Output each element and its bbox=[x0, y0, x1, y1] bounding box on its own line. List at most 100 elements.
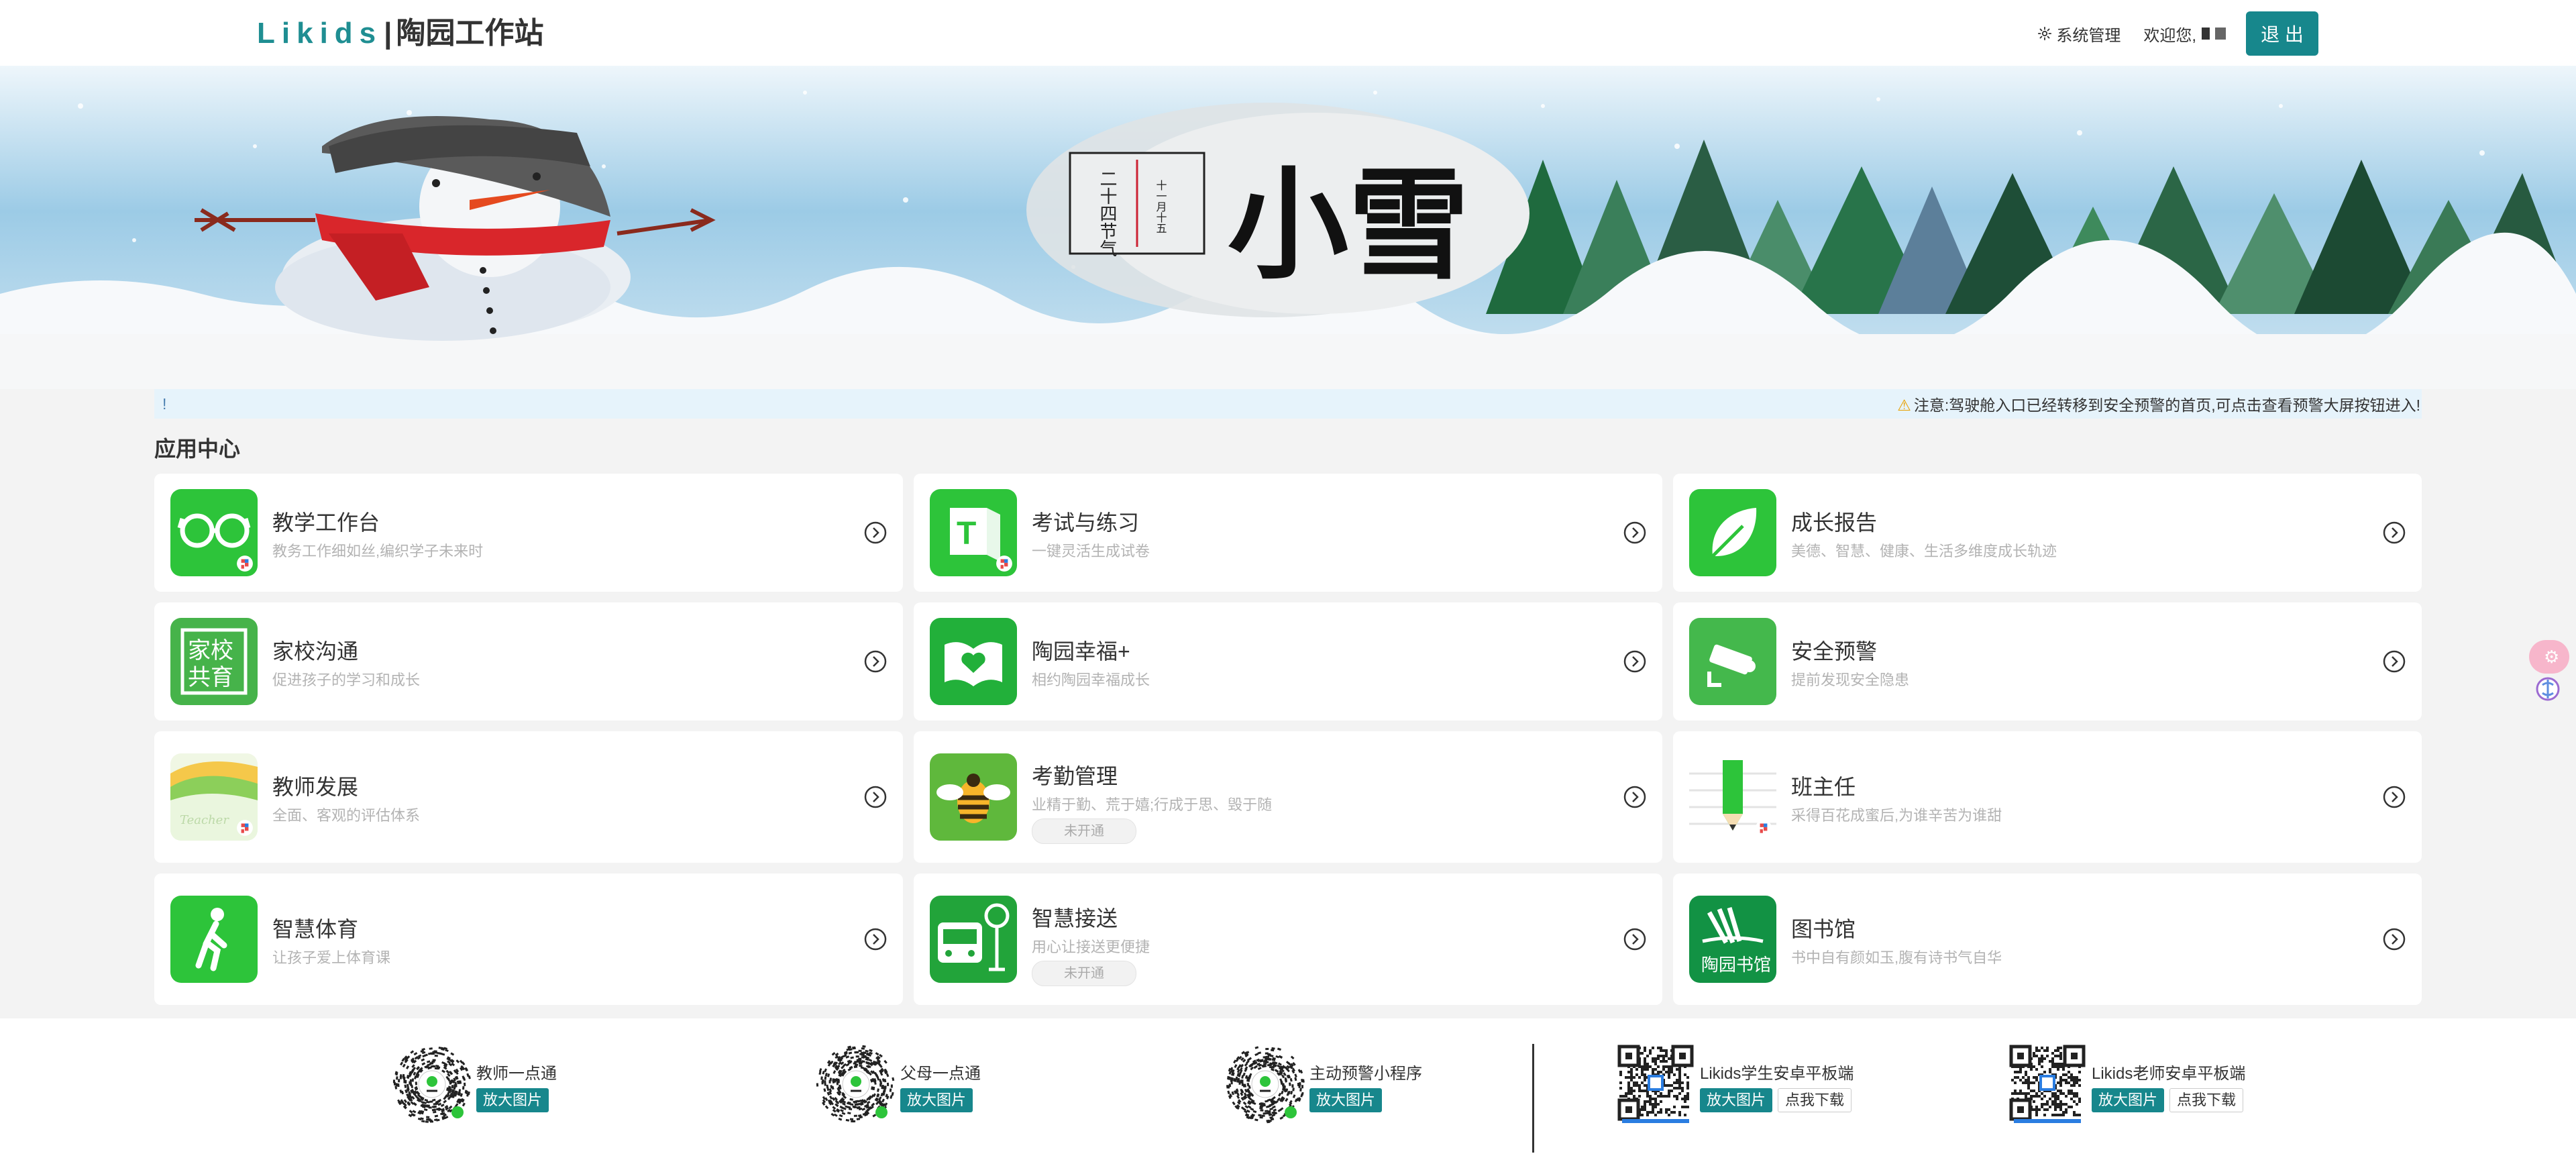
app-title: 智慧体育 bbox=[272, 917, 359, 941]
app-card-8[interactable]: 考勤管理 业精于勤、荒于嬉;行成于思、毁于随 未开通 bbox=[914, 731, 1662, 863]
assistant-icon: ⚙ bbox=[2544, 647, 2559, 668]
qr-actions: 放大图片 bbox=[1309, 1088, 1387, 1112]
app-title: 家校沟通 bbox=[272, 639, 359, 664]
footer-qr-item-5: Likids老师安卓平板端放大图片 点我下载 bbox=[2007, 1044, 2275, 1134]
floating-assistant-button[interactable]: ⚙ bbox=[2529, 640, 2569, 674]
flag-icon bbox=[2202, 28, 2226, 40]
app-description: 提前发现安全隐患 bbox=[1791, 672, 1910, 688]
bus-stop-icon bbox=[930, 896, 1017, 983]
enlarge-image-button[interactable]: 放大图片 bbox=[900, 1088, 973, 1112]
logo-station: 陶园工作站 bbox=[396, 17, 544, 50]
qr-actions: 放大图片 点我下载 bbox=[2092, 1088, 2249, 1112]
chevron-right-circle-icon[interactable] bbox=[864, 786, 887, 808]
app-card-5[interactable]: 陶园幸福+ 相约陶园幸福成长 bbox=[914, 602, 1662, 721]
chevron-right-circle-icon[interactable] bbox=[2383, 786, 2406, 808]
warning-icon: ⚠ bbox=[1897, 396, 1911, 414]
app-card-4[interactable]: 家校 共育 家校沟通促进孩子的学习和成长 bbox=[154, 602, 903, 721]
footer-divider bbox=[1532, 1044, 1534, 1153]
app-card-10[interactable]: 智慧体育让孩子爱上体育课 bbox=[154, 873, 903, 1005]
app-card-7[interactable]: Teacher 教师发展全面、客观的评估体系 bbox=[154, 731, 903, 863]
brain-icon bbox=[2536, 677, 2560, 701]
app-description: 书中自有颜如玉,腹有诗书气自华 bbox=[1791, 949, 2002, 966]
enlarge-image-button[interactable]: 放大图片 bbox=[1309, 1088, 1383, 1112]
gear-icon bbox=[2038, 26, 2052, 41]
app-description: 美德、智慧、健康、生活多维度成长轨迹 bbox=[1791, 543, 2057, 560]
chevron-right-circle-icon[interactable] bbox=[864, 650, 887, 673]
notice-bar: ! ⚠ 注意:驾驶舱入口已经转移到安全预警的首页,可点击查看预警大屏按钮进入! bbox=[154, 389, 2422, 419]
app-card-2[interactable]: T 考试与练习一键灵活生成试卷 bbox=[914, 474, 1662, 592]
pencil-icon bbox=[1689, 753, 1776, 841]
chevron-right-circle-icon[interactable] bbox=[2383, 928, 2406, 951]
app-description: 全面、客观的评估体系 bbox=[272, 807, 421, 824]
enlarge-image-button[interactable]: 放大图片 bbox=[476, 1088, 549, 1112]
svg-text:⚙: ⚙ bbox=[2544, 647, 2559, 668]
site-logo[interactable]: Likids| 陶园工作站 bbox=[257, 15, 543, 52]
qr-code-icon bbox=[1225, 1044, 1305, 1124]
enlarge-image-button[interactable]: 放大图片 bbox=[2092, 1088, 2165, 1112]
footer-downloads: 教师一点通 放大图片 父母一点通 放大图片 主动预警小程序 放大图片 Likids学生安卓平… bbox=[0, 1018, 2576, 1166]
chevron-right-circle-icon[interactable] bbox=[864, 521, 887, 544]
chevron-right-circle-icon[interactable] bbox=[2383, 521, 2406, 544]
app-description: 一键灵活生成试卷 bbox=[1032, 543, 1150, 560]
app-title: 考试与练习 bbox=[1032, 511, 1140, 535]
qr-label: 父母一点通 bbox=[900, 1065, 981, 1083]
chevron-right-circle-icon[interactable] bbox=[1623, 786, 1646, 808]
app-title: 考勤管理 bbox=[1032, 764, 1118, 788]
app-card-12[interactable]: 陶园书馆 图书馆 书中自有颜如玉,腹有诗书气自华 bbox=[1673, 873, 2422, 1005]
app-description: 业精于勤、荒于嬉;行成于思、毁于随 bbox=[1032, 796, 1273, 813]
banner-image: 二十四节气 十一月十五 小雪 bbox=[0, 66, 2576, 389]
app-card-11[interactable]: 智慧接送 用心让接送更便捷 未开通 bbox=[914, 873, 1662, 1005]
chevron-right-circle-icon[interactable] bbox=[2383, 650, 2406, 673]
exam-book-icon: T bbox=[930, 489, 1017, 576]
app-card-9[interactable]: 班主任 采得百花成蜜后,为谁辛苦为谁甜 bbox=[1673, 731, 2422, 863]
app-title: 陶园幸福+ bbox=[1032, 639, 1130, 664]
qr-actions: 放大图片 bbox=[900, 1088, 978, 1112]
qr-code-icon bbox=[1615, 1044, 1696, 1124]
svg-text:陶园书馆: 陶园书馆 bbox=[1701, 955, 1771, 975]
app-title: 班主任 bbox=[1791, 775, 1856, 799]
logo-separator: | bbox=[384, 17, 392, 50]
app-card-6[interactable]: 安全预警提前发现安全隐患 bbox=[1673, 602, 2422, 721]
heart-book-icon bbox=[930, 618, 1017, 705]
download-button[interactable]: 点我下载 bbox=[1778, 1088, 1852, 1112]
app-description: 让孩子爱上体育课 bbox=[272, 949, 391, 966]
footer-qr-item-2: 父母一点通 放大图片 bbox=[816, 1044, 1030, 1134]
app-description: 促进孩子的学习和成长 bbox=[272, 672, 421, 688]
qr-code-icon bbox=[2007, 1044, 2088, 1124]
qr-actions: 放大图片 点我下载 bbox=[1700, 1088, 1857, 1112]
download-button[interactable]: 点我下载 bbox=[2169, 1088, 2244, 1112]
banner-term-text: 小雪 bbox=[1228, 154, 1469, 296]
family-school-icon: 家校 共育 bbox=[170, 618, 258, 705]
chevron-right-circle-icon[interactable] bbox=[864, 928, 887, 951]
header-actions: 系统管理 欢迎您, 退 出 bbox=[2037, 11, 2318, 56]
chevron-right-circle-icon[interactable] bbox=[1623, 650, 1646, 673]
qr-actions: 放大图片 bbox=[476, 1088, 554, 1112]
app-title: 安全预警 bbox=[1791, 639, 1878, 664]
app-title: 智慧接送 bbox=[1032, 906, 1118, 931]
system-management-link[interactable]: 系统管理 bbox=[2037, 22, 2121, 46]
walking-icon bbox=[170, 896, 258, 983]
qr-label: 主动预警小程序 bbox=[1309, 1065, 1422, 1083]
enlarge-image-button[interactable]: 放大图片 bbox=[1700, 1088, 1773, 1112]
logout-button[interactable]: 退 出 bbox=[2246, 11, 2318, 56]
bee-icon bbox=[930, 753, 1017, 841]
qr-label: Likids学生安卓平板端 bbox=[1700, 1065, 1854, 1083]
qr-code-icon bbox=[392, 1044, 472, 1124]
logo-brand: Likids bbox=[257, 17, 383, 50]
glasses-icon bbox=[170, 489, 258, 576]
app-card-3[interactable]: 成长报告 美德、智慧、健康、生活多维度成长轨迹 bbox=[1673, 474, 2422, 592]
app-card-1[interactable]: 教学工作台 教务工作细如丝,编织学子未来时 bbox=[154, 474, 903, 592]
notice-prefix: ! bbox=[162, 394, 167, 413]
chevron-right-circle-icon[interactable] bbox=[1623, 928, 1646, 951]
floating-brain-button[interactable] bbox=[2529, 674, 2567, 704]
banner-date-label: 十一月十五 bbox=[1155, 180, 1167, 233]
folders-icon: Teacher bbox=[170, 753, 258, 841]
chevron-right-circle-icon[interactable] bbox=[1623, 521, 1646, 544]
section-title: 应用中心 bbox=[154, 437, 241, 461]
footer-qr-item-1: 教师一点通 放大图片 bbox=[392, 1044, 606, 1134]
app-title: 教师发展 bbox=[272, 775, 359, 799]
svg-text:共育: 共育 bbox=[188, 664, 233, 691]
qr-label: Likids老师安卓平板端 bbox=[2092, 1065, 2246, 1083]
qr-label: 教师一点通 bbox=[476, 1065, 557, 1083]
not-enabled-badge: 未开通 bbox=[1032, 961, 1136, 986]
